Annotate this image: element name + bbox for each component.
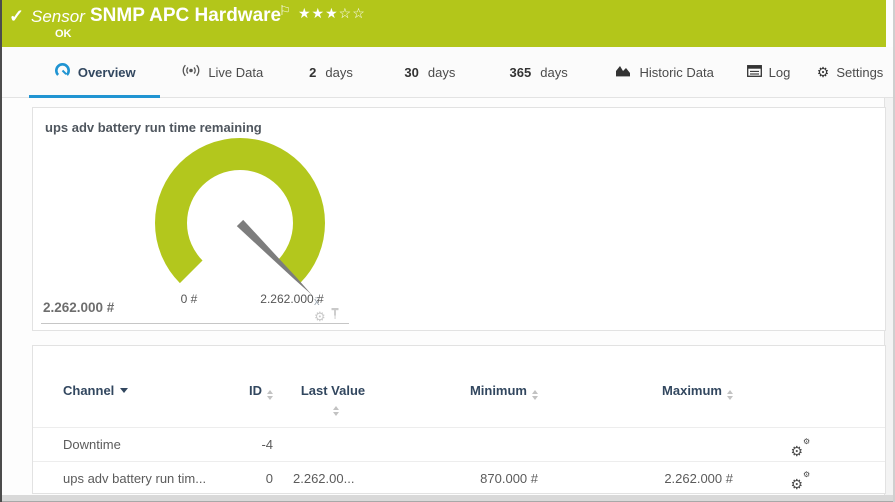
tab-365-days[interactable]: 365 days bbox=[482, 47, 596, 97]
sensor-kicker-label: Sensor bbox=[31, 7, 85, 27]
status-badge: OK bbox=[55, 28, 72, 40]
tab-historic-data-label: Historic Data bbox=[639, 65, 713, 80]
tab-settings-label: Settings bbox=[836, 65, 883, 80]
gauge-toolbar: ⚙ bbox=[314, 307, 340, 325]
column-header-maximum-label: Maximum bbox=[662, 383, 722, 398]
sort-desc-icon bbox=[120, 388, 128, 393]
gauge-divider bbox=[41, 323, 349, 324]
cell-id: 0 bbox=[266, 471, 273, 486]
tab-2-days[interactable]: 2 days bbox=[284, 47, 378, 97]
sort-toggle-icon bbox=[532, 390, 538, 400]
column-header-channel-label: Channel bbox=[63, 383, 114, 398]
tab-settings[interactable]: ⚙ Settings bbox=[803, 47, 895, 97]
tab-live-data[interactable]: Live Data bbox=[160, 47, 284, 97]
column-header-id-label: ID bbox=[249, 383, 262, 398]
settings-gear-icon: ⚙ bbox=[817, 65, 830, 79]
column-header-last-value[interactable]: Last Value bbox=[298, 383, 368, 416]
column-header-last-value-label: Last Value bbox=[301, 383, 365, 398]
column-header-maximum[interactable]: Maximum bbox=[662, 383, 733, 400]
gauge-icon bbox=[54, 62, 71, 82]
column-header-channel[interactable]: Channel bbox=[33, 383, 128, 399]
log-list-icon bbox=[747, 65, 762, 80]
cell-channel: Downtime bbox=[33, 437, 121, 452]
gauge-max-label: 2.262.000 # bbox=[243, 292, 341, 306]
table-row-battery-runtime[interactable]: ups adv battery run tim... 0 2.262.00...… bbox=[33, 461, 885, 494]
tab-30-days-label: days bbox=[428, 65, 455, 80]
tab-log[interactable]: Log bbox=[734, 47, 803, 97]
table-header-row: Channel ID Last Value Minimum Maximum bbox=[33, 346, 885, 428]
tab-2-days-label: days bbox=[325, 65, 352, 80]
tab-log-label: Log bbox=[769, 65, 791, 80]
sensor-title: SNMP APC Hardware bbox=[90, 5, 281, 27]
tab-bar: Overview Live Data 2 days 30 days bbox=[2, 47, 895, 98]
sort-toggle-icon bbox=[727, 390, 733, 400]
tab-overview-label: Overview bbox=[78, 65, 136, 80]
flag-icon[interactable]: ⚐ bbox=[279, 3, 291, 19]
tab-30-days[interactable]: 30 days bbox=[378, 47, 482, 97]
status-ok-check-icon: ✓ bbox=[9, 6, 24, 27]
sort-toggle-icon bbox=[267, 390, 273, 400]
cell-last-value: 2.262.00... bbox=[273, 471, 354, 486]
cell-minimum: 870.000 # bbox=[480, 471, 538, 486]
gauge-min-label: 0 # bbox=[159, 292, 219, 306]
column-header-id[interactable]: ID bbox=[249, 383, 273, 400]
active-tab-underline bbox=[29, 95, 160, 98]
tab-live-data-label: Live Data bbox=[208, 65, 263, 80]
column-header-minimum[interactable]: Minimum bbox=[470, 383, 538, 400]
live-broadcast-icon bbox=[181, 63, 201, 81]
sensor-header: ✓ Sensor SNMP APC Hardware ⚐ ★★★☆☆ OK bbox=[2, 0, 886, 47]
channel-table-panel: Channel ID Last Value Minimum Maximum Do… bbox=[32, 345, 886, 494]
tab-365-days-number: 365 bbox=[510, 65, 532, 80]
tab-30-days-number: 30 bbox=[404, 65, 418, 80]
tab-2-days-number: 2 bbox=[309, 65, 316, 80]
cell-maximum: 2.262.000 # bbox=[664, 471, 733, 486]
gauge-current-value: 2.262.000 # bbox=[43, 300, 114, 315]
tab-365-days-label: days bbox=[540, 65, 567, 80]
area-chart-icon bbox=[615, 64, 632, 80]
sort-toggle-icon bbox=[333, 406, 339, 416]
priority-stars[interactable]: ★★★☆☆ bbox=[298, 5, 366, 22]
cell-id: -4 bbox=[261, 437, 273, 452]
cell-channel: ups adv battery run tim... bbox=[33, 471, 206, 486]
bottom-edge-band bbox=[2, 495, 893, 502]
tab-overview[interactable]: Overview bbox=[29, 47, 160, 97]
gauge-panel: ups adv battery run time remaining x̄ 0 … bbox=[32, 107, 886, 331]
pin-icon[interactable] bbox=[330, 307, 340, 325]
column-header-minimum-label: Minimum bbox=[470, 383, 527, 398]
table-row-downtime[interactable]: Downtime -4 ⚙⚙ bbox=[33, 428, 885, 461]
gauge-arc bbox=[171, 154, 309, 272]
tab-historic-data[interactable]: Historic Data bbox=[595, 47, 733, 97]
gauge-settings-gear-icon[interactable]: ⚙ bbox=[314, 310, 326, 323]
prtg-sensor-window: ✓ Sensor SNMP APC Hardware ⚐ ★★★☆☆ OK Ov… bbox=[0, 0, 895, 502]
